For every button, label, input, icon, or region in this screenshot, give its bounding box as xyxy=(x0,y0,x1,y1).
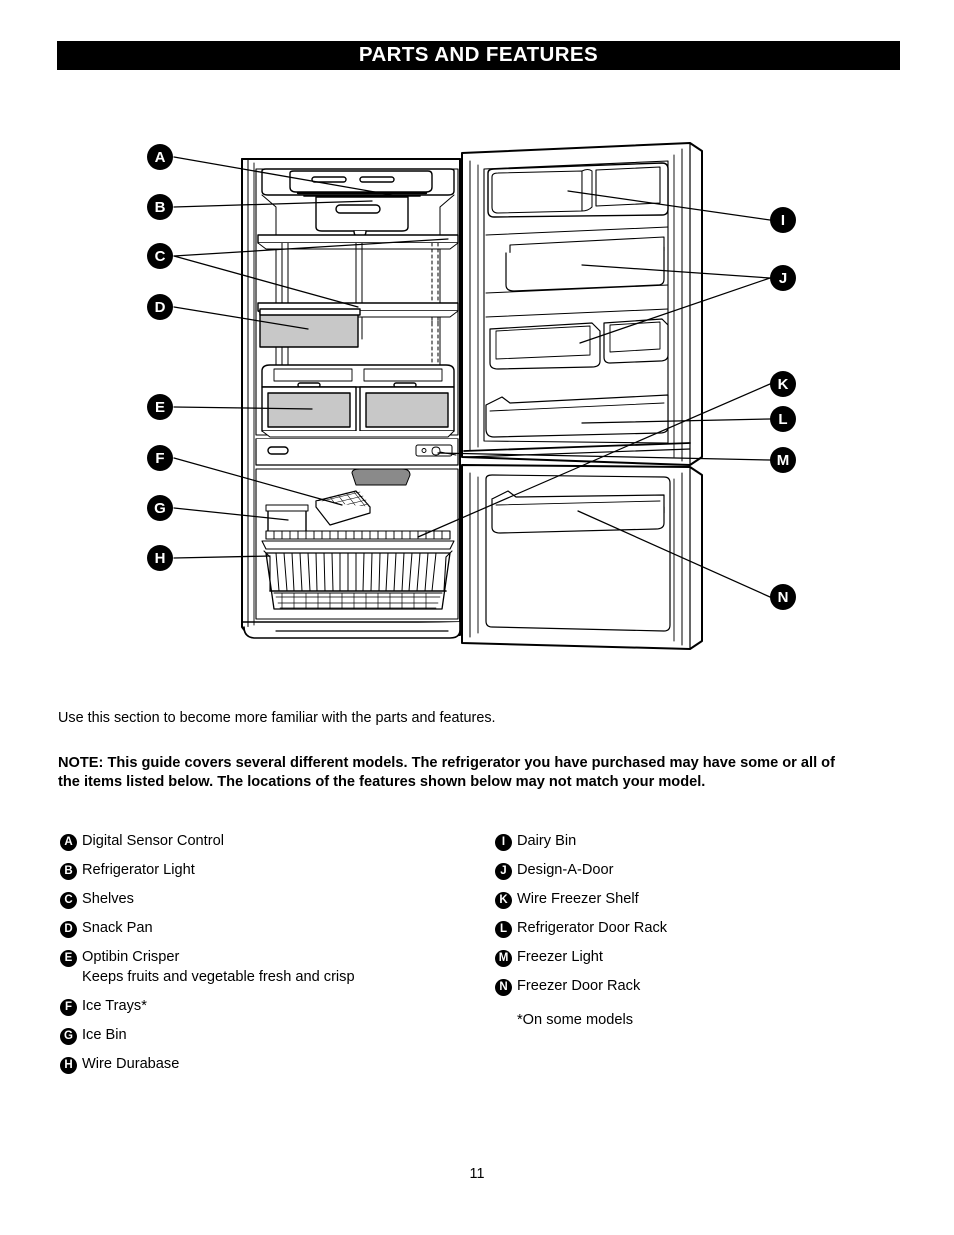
legend-badge-l: L xyxy=(495,921,512,938)
callout-badge-G-label: G xyxy=(154,500,166,517)
legend-item-b: B Refrigerator Light xyxy=(60,862,460,880)
callout-badge-G: G xyxy=(147,495,173,521)
refrigerator-illustration: A B C D E F G H I J K L M N xyxy=(147,142,796,650)
legend-item-h: H Wire Durabase xyxy=(60,1056,460,1075)
legend-item-n: N Freezer Door Rack xyxy=(495,978,895,996)
legend-badge-f: F xyxy=(60,999,77,1017)
legend-label-m: Freezer Light xyxy=(517,949,603,965)
legend-label-c: Shelves xyxy=(82,891,134,907)
callout-badge-C-label: C xyxy=(155,248,166,265)
freezer-light xyxy=(415,444,457,457)
legend-badge-c: C xyxy=(60,892,77,909)
legend-item-c: C Shelves xyxy=(60,891,460,909)
callout-badge-F-label: F xyxy=(155,450,164,467)
note-paragraph: NOTE: This guide covers several differen… xyxy=(58,755,835,791)
legend-column-right: I Dairy Bin J Design-A-Door K Wire Freez… xyxy=(495,833,895,1028)
callout-badge-J: J xyxy=(770,265,796,291)
refrigerator-parts-diagram: A B C D E F G H I J K L M N xyxy=(130,135,830,665)
refrigerator-door xyxy=(461,142,703,466)
freezer-door xyxy=(461,464,703,650)
legend-label-j: Design-A-Door xyxy=(517,862,614,878)
crisper-lid xyxy=(261,364,455,388)
legend-badge-i: I xyxy=(495,834,512,851)
callout-badge-E-label: E xyxy=(155,399,165,416)
legend-badge-n: N xyxy=(495,979,512,996)
callout-badge-J-label: J xyxy=(779,270,787,287)
callout-badge-H-label: H xyxy=(155,550,166,567)
callout-badge-D: D xyxy=(147,294,173,320)
callout-badge-K: K xyxy=(770,371,796,397)
callout-badge-A: A xyxy=(147,144,173,170)
callout-badge-N: N xyxy=(770,584,796,610)
legend-item-e: E Optibin Crisper Keeps fruits and veget… xyxy=(60,949,460,987)
callout-badge-F: F xyxy=(147,445,173,471)
freezer-light-lens xyxy=(351,468,411,486)
wire-durabase xyxy=(263,550,453,610)
legend-badge-m: M xyxy=(495,950,512,967)
callout-badge-C: C xyxy=(147,243,173,269)
legend-item-f: F Ice Trays* xyxy=(60,998,460,1017)
legend-badge-j: J xyxy=(495,863,512,880)
legend-footnote: *On some models xyxy=(517,1012,633,1028)
callout-badge-A-label: A xyxy=(155,149,166,166)
legend-label-h: Wire Durabase xyxy=(82,1056,180,1073)
callout-badge-E: E xyxy=(147,394,173,420)
legend-label-n: Freezer Door Rack xyxy=(517,978,641,994)
legend-item-i: I Dairy Bin xyxy=(495,833,895,851)
callout-badge-H: H xyxy=(147,545,173,571)
legend-label-b: Refrigerator Light xyxy=(82,862,195,878)
callout-badge-D-label: D xyxy=(155,299,166,316)
callout-badge-I-label: I xyxy=(781,212,785,229)
fresh-food-compartment xyxy=(255,168,459,438)
legend-label-f: Ice Trays* xyxy=(82,998,147,1015)
legend-label-a: Digital Sensor Control xyxy=(82,833,224,849)
page-header-bar: PARTS AND FEATURES xyxy=(57,41,900,70)
legend-item-j: J Design-A-Door xyxy=(495,862,895,880)
legend-item-m: M Freezer Light xyxy=(495,949,895,967)
legend-item-d: D Snack Pan xyxy=(60,920,460,938)
legend-label-l: Refrigerator Door Rack xyxy=(517,920,668,936)
callout-badge-B: B xyxy=(147,194,173,220)
legend-badge-a: A xyxy=(60,834,77,851)
legend-sublabel-e: Keeps fruits and vegetable fresh and cri… xyxy=(82,969,355,986)
legend-label-d: Snack Pan xyxy=(82,920,153,936)
page-title: PARTS AND FEATURES xyxy=(358,43,599,67)
legend-badge-b: B xyxy=(60,863,77,880)
digital-sensor-control xyxy=(261,168,455,197)
intro-paragraph: Use this section to become more familiar… xyxy=(58,710,496,726)
refrigerator-light-cover xyxy=(315,196,409,238)
callout-badge-M-label: M xyxy=(777,452,790,469)
legend-badge-g: G xyxy=(60,1028,77,1046)
callout-badge-M: M xyxy=(770,447,796,473)
legend-item-l: L Refrigerator Door Rack xyxy=(495,920,895,938)
callout-badge-L: L xyxy=(770,406,796,432)
legend-label-g: Ice Bin xyxy=(82,1027,127,1044)
callout-badge-N-label: N xyxy=(778,589,789,606)
compartment-divider xyxy=(255,438,459,466)
legend-badge-e: E xyxy=(60,950,77,967)
callout-badge-B-label: B xyxy=(155,199,166,216)
legend-badge-d: D xyxy=(60,921,77,938)
legend-item-a: A Digital Sensor Control xyxy=(60,833,460,851)
legend-label-i: Dairy Bin xyxy=(517,833,577,849)
dairy-bin xyxy=(487,162,669,218)
legend-column-left: A Digital Sensor Control B Refrigerator … xyxy=(60,833,460,1085)
legend-item-g: G Ice Bin xyxy=(60,1027,460,1046)
callout-badge-I: I xyxy=(770,207,796,233)
page-number: 11 xyxy=(469,1166,485,1182)
snack-pan xyxy=(259,308,361,348)
legend-label-k: Wire Freezer Shelf xyxy=(517,891,639,907)
legend-label-e: Optibin Crisper xyxy=(82,949,180,965)
legend-badge-k: K xyxy=(495,892,512,909)
callout-badge-K-label: K xyxy=(778,376,789,393)
legend-badge-h: H xyxy=(60,1057,77,1075)
ice-bin xyxy=(265,504,309,534)
freezer-compartment xyxy=(255,468,459,620)
legend-item-k: K Wire Freezer Shelf xyxy=(495,891,895,909)
freezer-door-rack xyxy=(491,490,665,534)
callout-badge-L-label: L xyxy=(778,411,787,428)
